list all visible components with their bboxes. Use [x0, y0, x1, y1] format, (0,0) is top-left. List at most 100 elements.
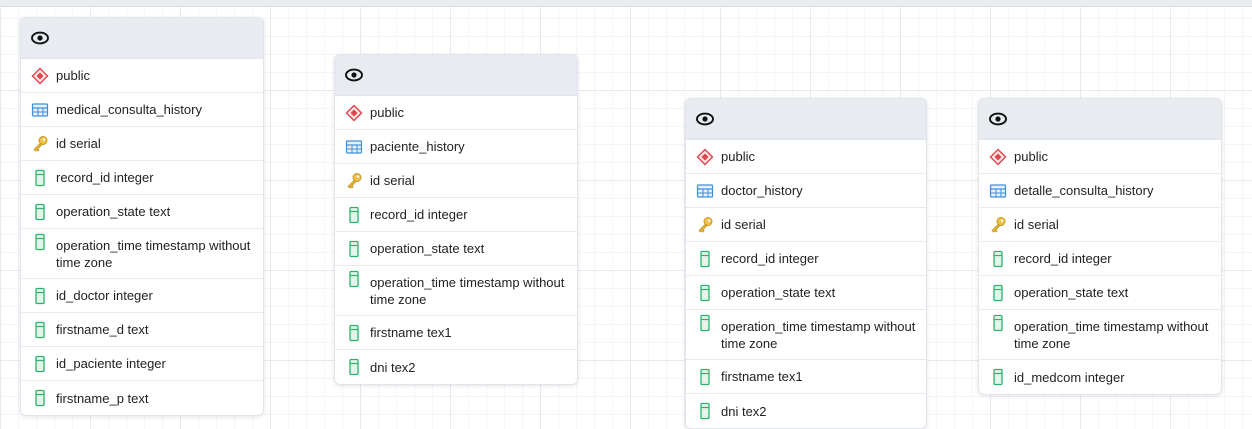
column-row[interactable]: dni tex2 — [686, 394, 926, 428]
column-icon — [696, 284, 714, 302]
column-label: operation_time timestamp without time zo… — [1014, 318, 1209, 351]
column-label: record_id integer — [1014, 251, 1112, 266]
table-name-row[interactable]: medical_consulta_history — [21, 93, 263, 127]
column-icon — [696, 314, 714, 332]
column-row[interactable]: record_id integer — [979, 242, 1221, 276]
column-label: id serial — [721, 217, 766, 232]
column-row[interactable]: operation_time timestamp without time zo… — [686, 310, 926, 360]
column-label: firstname_d text — [56, 322, 149, 337]
eye-icon — [989, 110, 1007, 128]
column-icon — [345, 358, 363, 376]
column-label: record_id integer — [370, 207, 468, 222]
table-node-header[interactable] — [686, 99, 926, 140]
primary-key-row[interactable]: id serial — [21, 127, 263, 161]
key-icon — [696, 216, 714, 234]
column-icon — [31, 169, 49, 187]
schema-diamond-icon — [989, 148, 1007, 166]
schema-row[interactable]: public — [21, 59, 263, 93]
column-icon — [31, 203, 49, 221]
column-label: operation_time timestamp without time zo… — [56, 237, 251, 270]
column-row[interactable]: record_id integer — [335, 198, 577, 232]
column-icon — [345, 206, 363, 224]
column-icon — [31, 321, 49, 339]
table-node-header[interactable] — [335, 55, 577, 96]
column-icon — [696, 402, 714, 420]
column-icon — [345, 240, 363, 258]
column-row[interactable]: operation_state text — [21, 195, 263, 229]
schema-name: public — [721, 149, 755, 164]
column-label: id_medcom integer — [1014, 369, 1125, 385]
column-row[interactable]: id_doctor integer — [21, 279, 263, 313]
column-row[interactable]: operation_state text — [335, 232, 577, 266]
table-name: medical_consulta_history — [56, 102, 202, 117]
column-label: firstname tex1 — [370, 325, 452, 340]
erd-canvas[interactable]: public medical_consulta_history id seria… — [0, 0, 1252, 429]
column-label: firstname_p text — [56, 390, 149, 406]
column-row[interactable]: record_id integer — [686, 242, 926, 276]
column-label: record_id integer — [56, 170, 154, 185]
key-icon — [345, 172, 363, 190]
column-icon — [989, 250, 1007, 268]
schema-row[interactable]: public — [335, 96, 577, 130]
primary-key-row[interactable]: id serial — [335, 164, 577, 198]
table-grid-icon — [31, 101, 49, 119]
column-icon — [31, 389, 49, 407]
table-name: paciente_history — [370, 139, 465, 154]
column-row[interactable]: firstname_p text — [21, 381, 263, 415]
column-label: id serial — [1014, 217, 1059, 232]
column-row[interactable]: operation_time timestamp without time zo… — [335, 266, 577, 316]
table-name-row[interactable]: paciente_history — [335, 130, 577, 164]
table-node-paciente-history[interactable]: public paciente_history id serial record… — [334, 54, 578, 385]
column-label: operation_state text — [721, 285, 836, 300]
column-row[interactable]: dni tex2 — [335, 350, 577, 384]
table-node-doctor-history[interactable]: public doctor_history id serial record_i… — [685, 98, 927, 429]
column-row[interactable]: id_medcom integer — [979, 360, 1221, 394]
schema-row[interactable]: public — [686, 140, 926, 174]
table-grid-icon — [345, 138, 363, 156]
table-name: detalle_consulta_history — [1014, 183, 1154, 198]
primary-key-row[interactable]: id serial — [686, 208, 926, 242]
column-row[interactable]: operation_time timestamp without time zo… — [979, 310, 1221, 360]
column-label: id_doctor integer — [56, 288, 153, 303]
key-icon — [989, 216, 1007, 234]
table-name-row[interactable]: detalle_consulta_history — [979, 174, 1221, 208]
column-label: operation_state text — [56, 204, 171, 219]
table-grid-icon — [696, 182, 714, 200]
column-row[interactable]: firstname_d text — [21, 313, 263, 347]
column-row[interactable]: operation_state text — [979, 276, 1221, 310]
column-label: record_id integer — [721, 251, 819, 266]
column-row[interactable]: id_paciente integer — [21, 347, 263, 381]
table-node-detalle-consulta-history[interactable]: public detalle_consulta_history id seria… — [978, 98, 1222, 395]
column-label: operation_state text — [370, 241, 485, 256]
schema-diamond-icon — [696, 148, 714, 166]
table-node-header[interactable] — [21, 18, 263, 59]
table-name-row[interactable]: doctor_history — [686, 174, 926, 208]
column-label: id serial — [56, 136, 101, 151]
column-icon — [989, 314, 1007, 332]
schema-diamond-icon — [31, 67, 49, 85]
column-label: dni tex2 — [721, 403, 767, 419]
schema-name: public — [56, 68, 90, 83]
column-label: operation_time timestamp without time zo… — [721, 318, 916, 351]
column-label: id_paciente integer — [56, 356, 166, 371]
column-label: dni tex2 — [370, 359, 416, 375]
column-icon — [345, 270, 363, 288]
column-row[interactable]: record_id integer — [21, 161, 263, 195]
primary-key-row[interactable]: id serial — [979, 208, 1221, 242]
table-name: doctor_history — [721, 183, 803, 198]
column-label: firstname tex1 — [721, 369, 803, 384]
column-icon — [31, 355, 49, 373]
column-row[interactable]: operation_time timestamp without time zo… — [21, 229, 263, 279]
column-label: operation_state text — [1014, 285, 1129, 300]
eye-icon — [31, 29, 49, 47]
column-icon — [345, 324, 363, 342]
table-node-header[interactable] — [979, 99, 1221, 140]
schema-row[interactable]: public — [979, 140, 1221, 174]
column-row[interactable]: operation_state text — [686, 276, 926, 310]
column-icon — [31, 233, 49, 251]
column-label: operation_time timestamp without time zo… — [370, 274, 565, 307]
table-node-medical-consulta-history[interactable]: public medical_consulta_history id seria… — [20, 17, 264, 416]
schema-name: public — [370, 105, 404, 120]
column-row[interactable]: firstname tex1 — [686, 360, 926, 394]
column-row[interactable]: firstname tex1 — [335, 316, 577, 350]
